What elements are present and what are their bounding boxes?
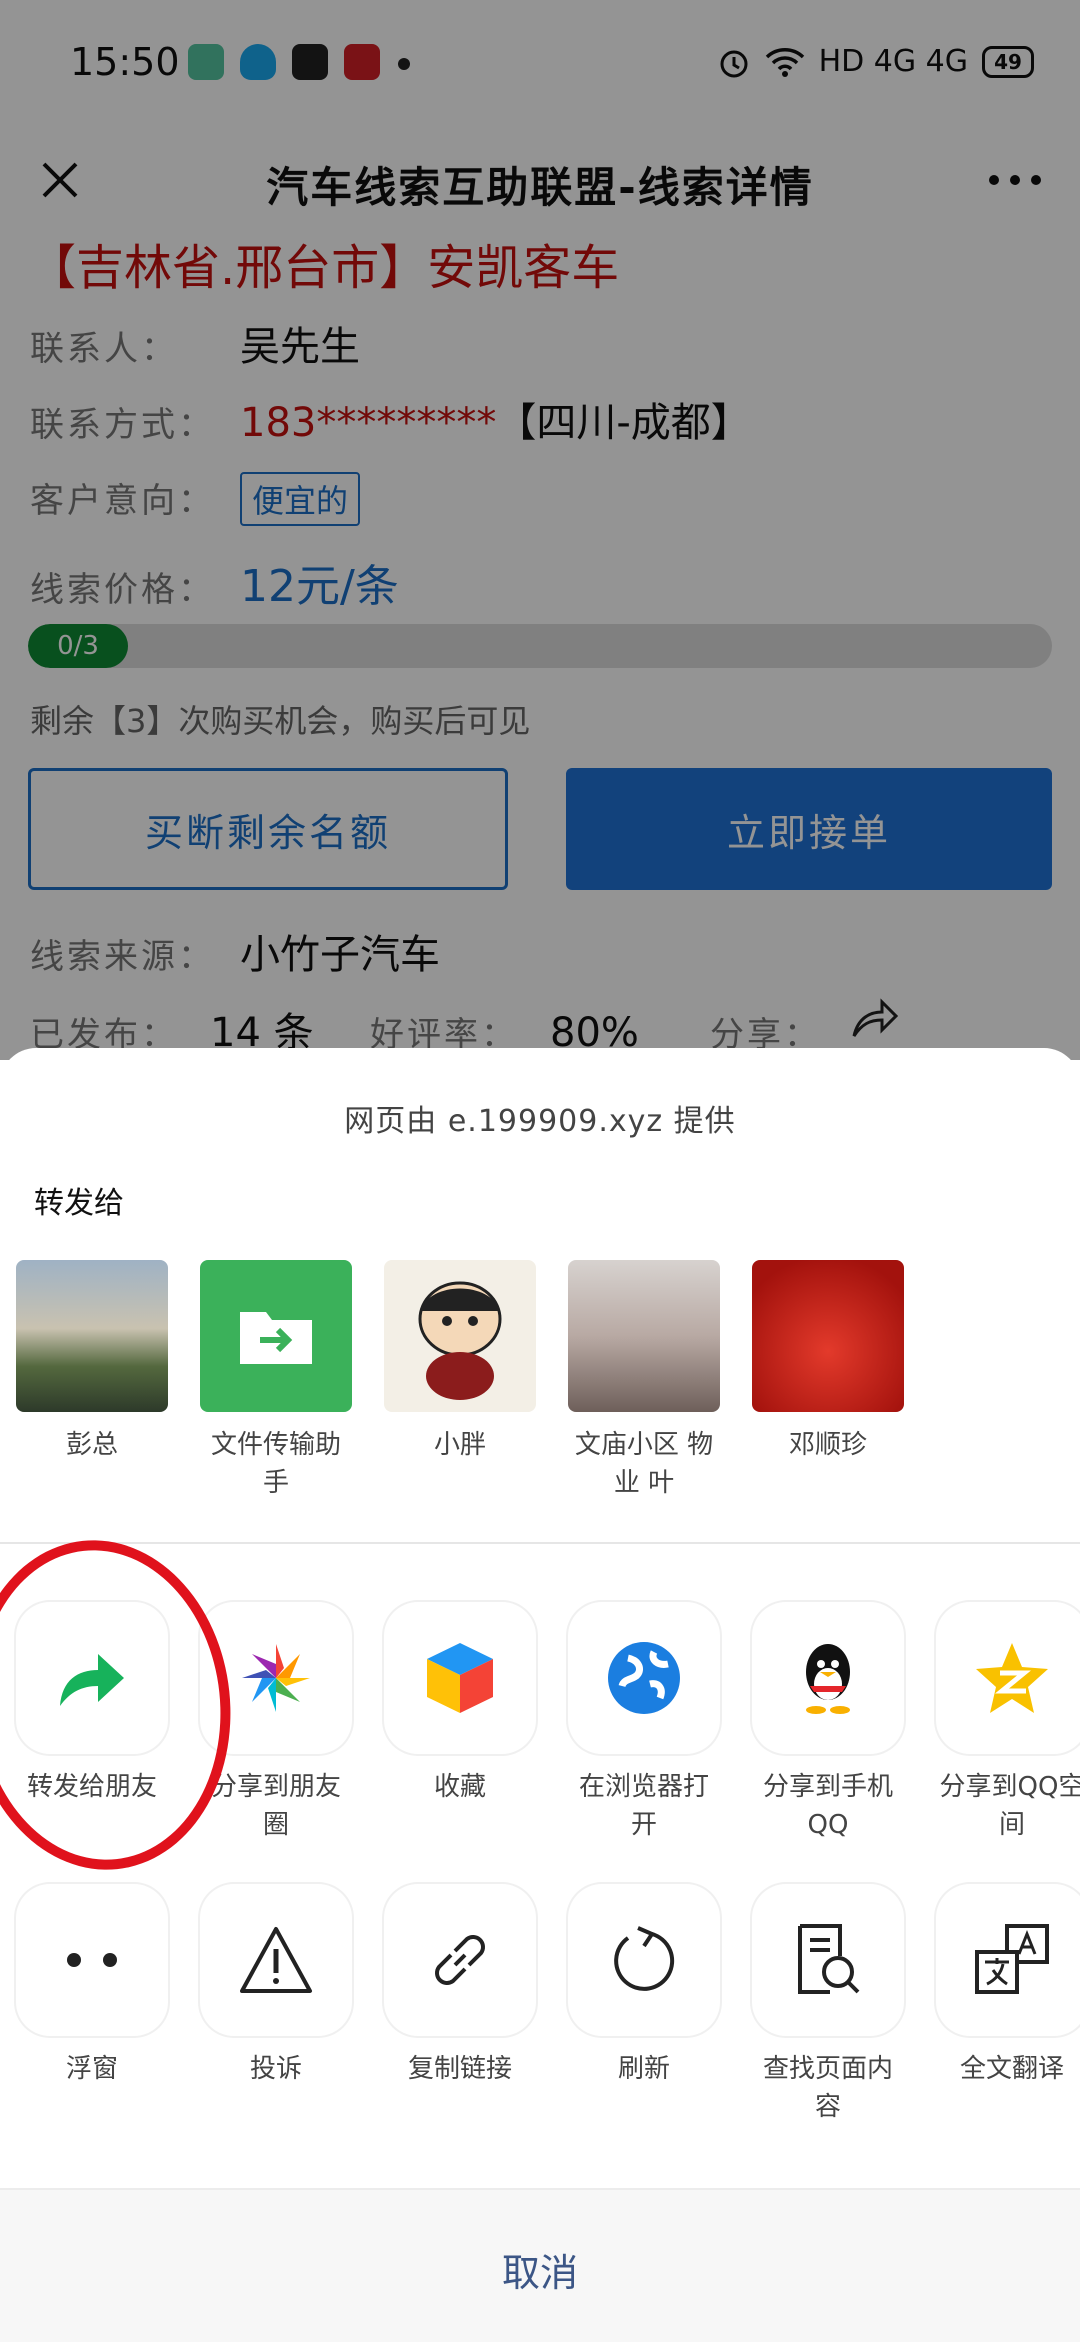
link-icon [384, 1884, 536, 2036]
photo-avatar [568, 1260, 720, 1412]
qzone-star-icon [936, 1602, 1080, 1754]
photo-avatar [16, 1260, 168, 1412]
festive-avatar [752, 1260, 904, 1412]
favorites-button[interactable]: 收藏 [384, 1602, 536, 1806]
action-label: 浮窗 [65, 2054, 118, 2084]
action-label: 全文翻译 [959, 2054, 1064, 2084]
contact-item[interactable]: 文庙小区 物业 叶 [568, 1260, 720, 1502]
contact-item[interactable]: 邓顺珍 [752, 1260, 904, 1464]
action-label: 在浏览器打开 [578, 1772, 709, 1840]
provider-text: 网页由 e.199909.xyz 提供 [344, 1104, 736, 1139]
action-label: 分享到QQ空间 [939, 1772, 1080, 1840]
report-button[interactable]: 投诉 [200, 1884, 352, 2088]
share-to-qq-button[interactable]: 分享到手机QQ [752, 1602, 904, 1844]
file-transfer-icon [200, 1260, 352, 1412]
qq-penguin-icon [752, 1602, 904, 1754]
action-label: 分享到朋友圈 [210, 1772, 341, 1840]
action-label: 刷新 [617, 2054, 670, 2084]
action-label: 收藏 [433, 1772, 486, 1802]
translate-button[interactable]: 全文翻译 [936, 1884, 1080, 2088]
action-label: 投诉 [249, 2054, 302, 2084]
action-label: 查找页面内容 [762, 2054, 893, 2122]
warning-icon [200, 1884, 352, 2036]
cartoon-avatar [384, 1260, 536, 1412]
dim-overlay[interactable] [0, 0, 1080, 1060]
contact-item[interactable]: 小胖 [384, 1260, 536, 1464]
forward-to-label: 转发给 [34, 1186, 124, 1221]
contact-name: 彭总 [65, 1430, 118, 1460]
contact-item[interactable]: 文件传输助手 [200, 1260, 352, 1502]
cancel-button[interactable]: 取消 [0, 2242, 1080, 2297]
contact-name: 邓顺珍 [788, 1430, 867, 1460]
refresh-button[interactable]: 刷新 [568, 1884, 720, 2088]
open-in-browser-button[interactable]: 在浏览器打开 [568, 1602, 720, 1844]
search-doc-icon [752, 1884, 904, 2036]
action-label: 分享到手机QQ [762, 1772, 893, 1840]
float-window-button[interactable]: 浮窗 [16, 1884, 168, 2088]
contact-name: 文庙小区 物业 叶 [574, 1430, 714, 1498]
cancel-area: 取消 [0, 2188, 1080, 2342]
contact-item[interactable]: 彭总 [16, 1260, 168, 1464]
contact-name: 小胖 [433, 1430, 486, 1460]
action-label: 复制链接 [407, 2054, 512, 2084]
favorites-cube-icon [384, 1602, 536, 1754]
float-window-icon [16, 1884, 168, 2036]
divider [0, 1542, 1080, 1544]
find-in-page-button[interactable]: 查找页面内容 [752, 1884, 904, 2126]
refresh-icon [568, 1884, 720, 2036]
browser-globe-icon [568, 1602, 720, 1754]
contact-name: 文件传输助手 [210, 1430, 341, 1498]
translate-icon [936, 1884, 1080, 2036]
share-to-qzone-button[interactable]: 分享到QQ空间 [936, 1602, 1080, 1844]
copy-link-button[interactable]: 复制链接 [384, 1884, 536, 2088]
